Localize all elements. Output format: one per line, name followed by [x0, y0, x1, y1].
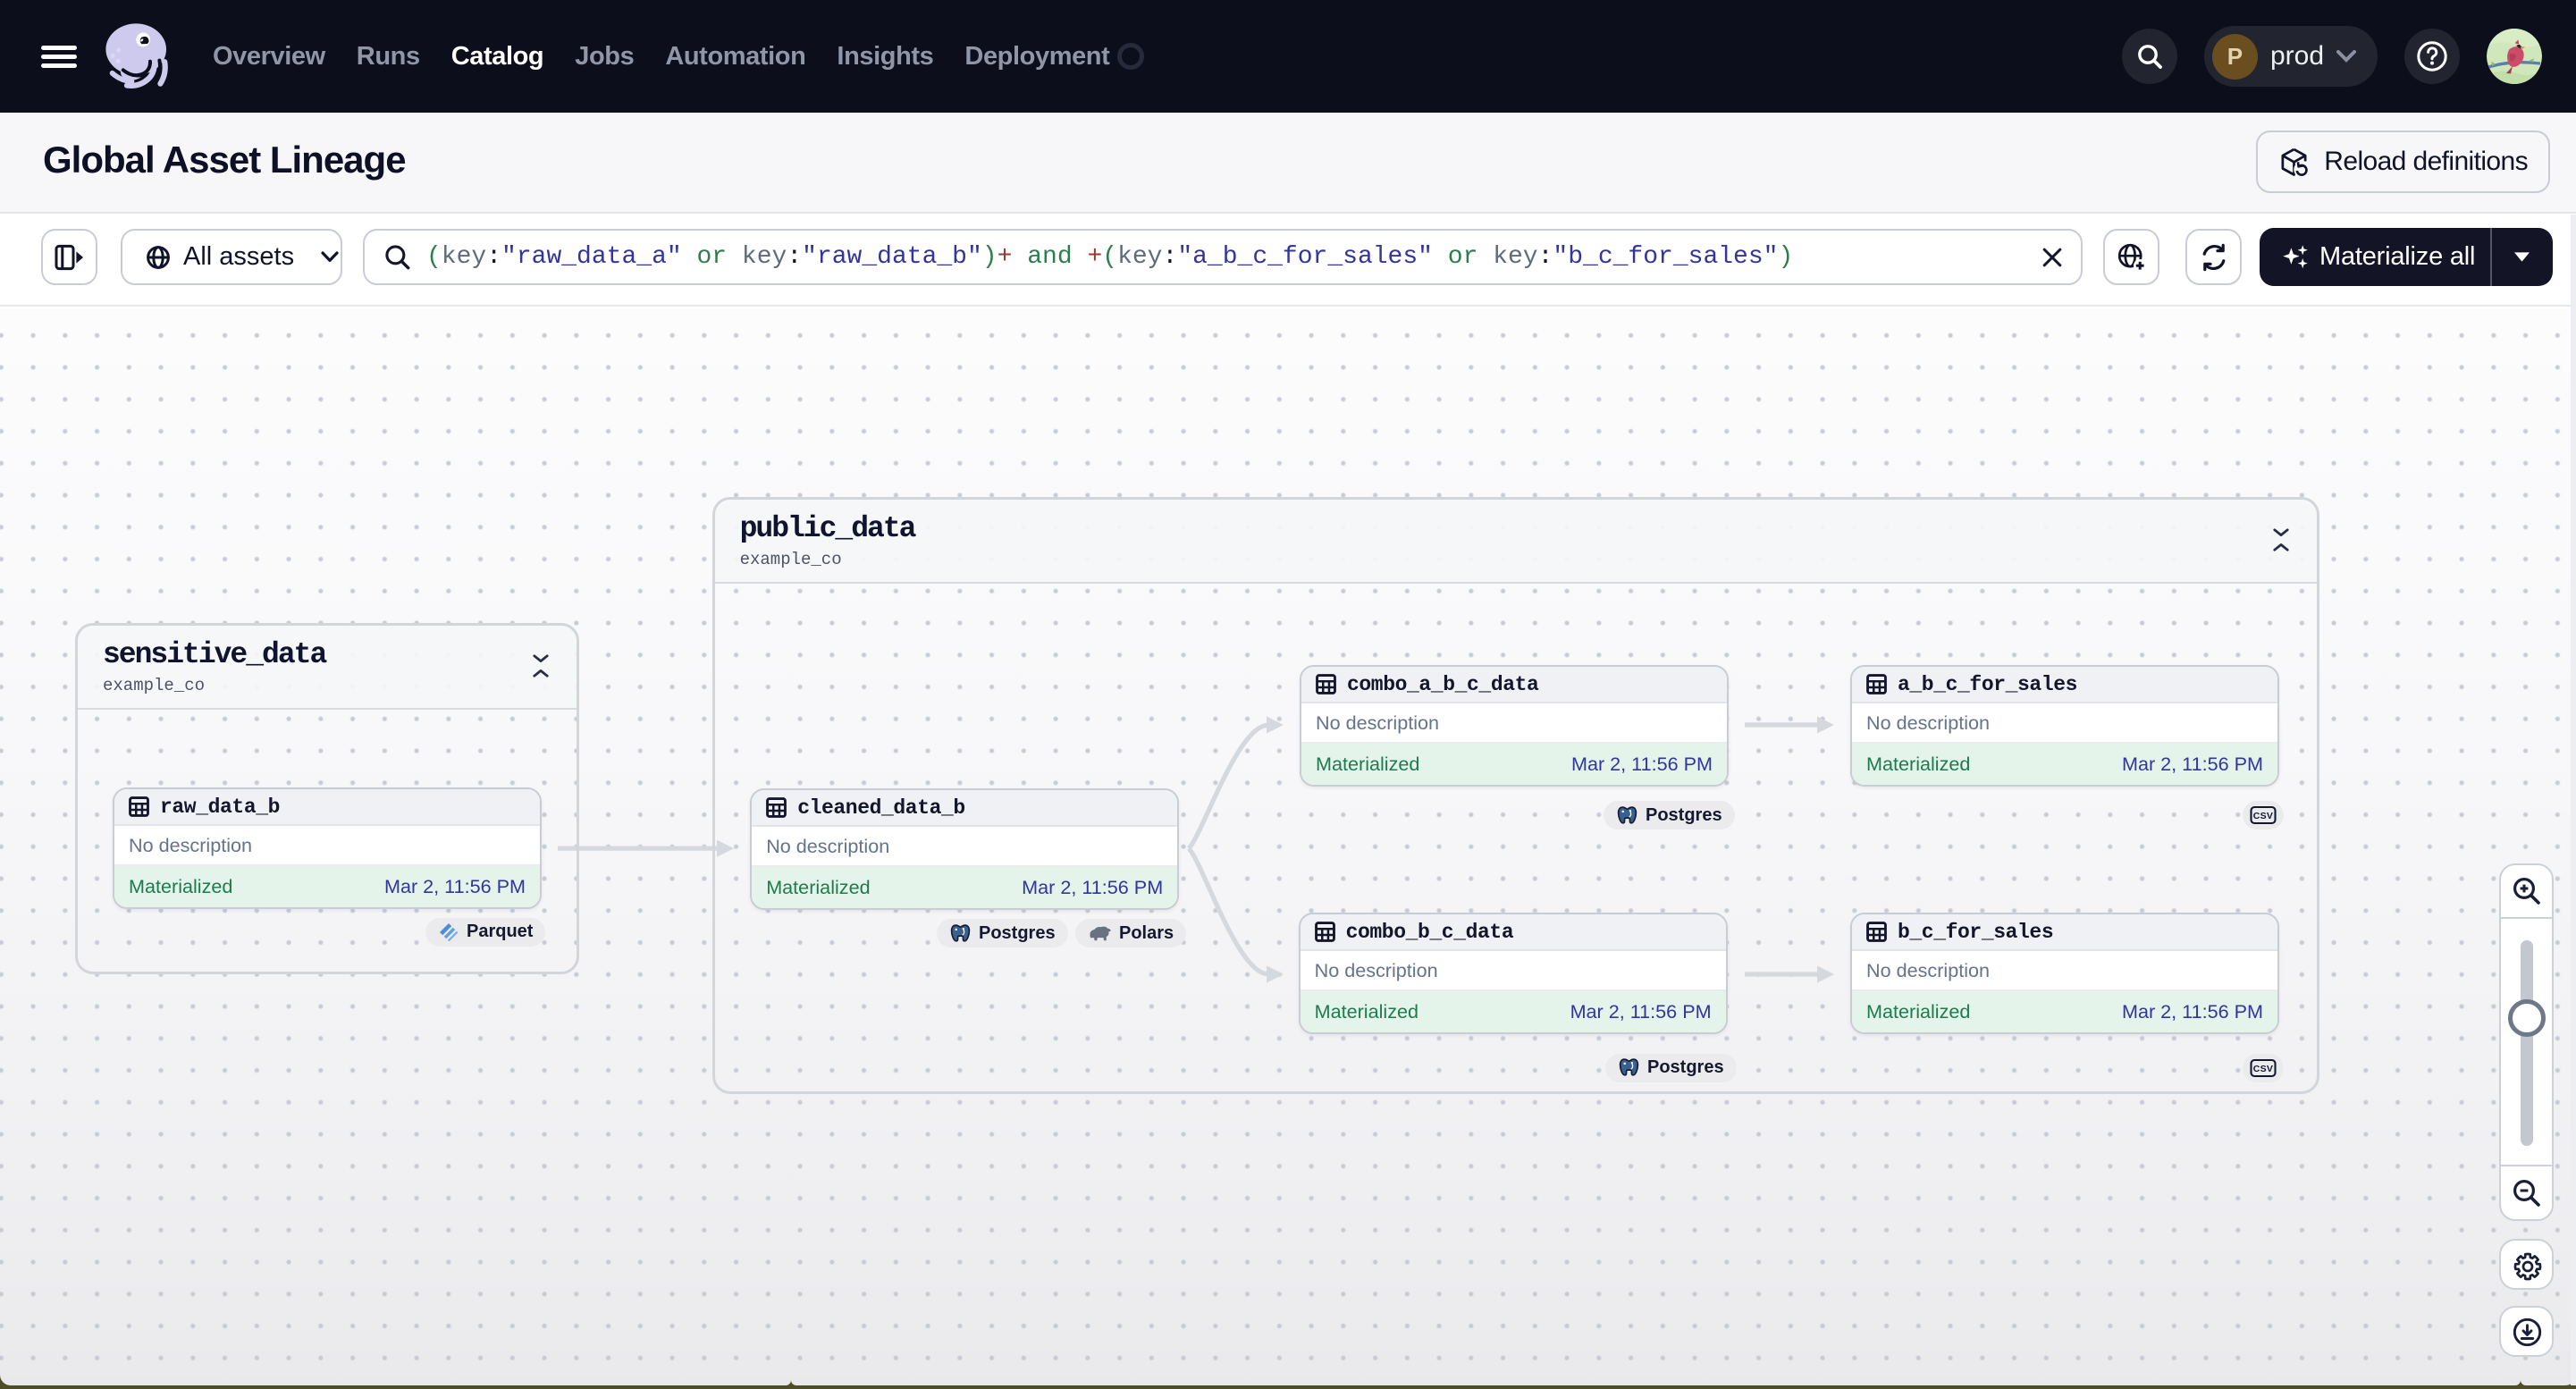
svg-text:CSV: CSV [2253, 1064, 2274, 1074]
svg-text:CSV: CSV [2253, 811, 2274, 821]
